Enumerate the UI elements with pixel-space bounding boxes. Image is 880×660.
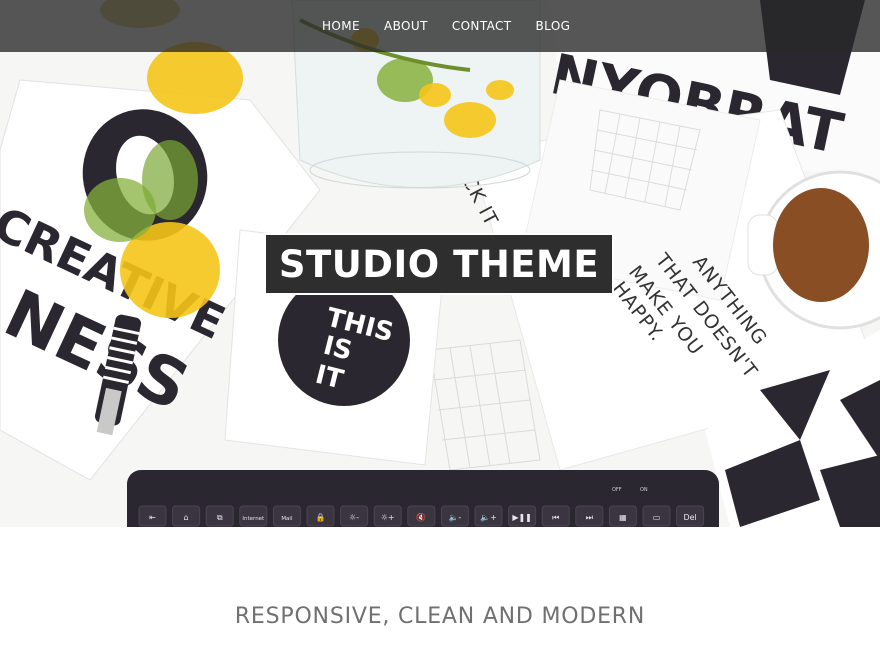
- keyboard-key-label: 🔒: [316, 513, 326, 522]
- keyboard-key: Internet: [239, 505, 268, 527]
- keyboard-key-label: ☼-: [349, 513, 359, 522]
- keyboard-key: Mail: [272, 505, 301, 527]
- nav-link-home[interactable]: HOME: [310, 0, 372, 52]
- keyboard-key: ⏮: [541, 505, 570, 527]
- keyboard: OFF ON ⇤ ⌂ ⧉ Internet Mail 🔒 ☼- ☼+ 🔇 🔈- 🔈+ ▶❚❚ ⏮ ⏭ ▦ ▭ D…: [127, 470, 719, 527]
- keyboard-on-label: ON: [640, 487, 648, 493]
- keyboard-key: 🔒: [306, 505, 335, 527]
- keyboard-key: 🔈-: [440, 505, 469, 527]
- keyboard-key: ☼+: [373, 505, 402, 527]
- site-title-box[interactable]: STUDIO THEME: [264, 233, 614, 295]
- keyboard-key-label: Mail: [281, 516, 293, 522]
- keyboard-key-label: ▦: [619, 513, 627, 522]
- site-title[interactable]: STUDIO THEME: [279, 243, 599, 286]
- keyboard-key: ⇤: [138, 505, 167, 527]
- keyboard-key-label: 🔈-: [448, 513, 461, 522]
- keyboard-key: ⏭: [575, 505, 604, 527]
- keyboard-key-label: 🔈+: [480, 513, 497, 522]
- keyboard-key: ▦: [608, 505, 637, 527]
- keyboard-key: ⧉: [205, 505, 234, 527]
- keyboard-key-label: Del: [683, 513, 696, 522]
- keyboard-off-label: OFF: [612, 487, 622, 493]
- nav-link-blog[interactable]: BLOG: [524, 0, 583, 52]
- hero-banner: NYOBRAT ANYTHING THAT DOESN'T MAKE YOU H…: [0, 0, 880, 527]
- keyboard-key-label: 🔇: [416, 512, 426, 522]
- top-navigation: HOME ABOUT CONTACT BLOG: [0, 0, 880, 52]
- keyboard-key: Del: [676, 505, 705, 527]
- keyboard-key-label: ☼+: [381, 513, 395, 522]
- keyboard-key-label: ▶❚❚: [512, 513, 532, 522]
- keyboard-key-label: ⧉: [217, 513, 223, 522]
- tagline-heading: RESPONSIVE, CLEAN AND MODERN: [234, 604, 646, 630]
- keyboard-key: ▶❚❚: [508, 505, 537, 527]
- keyboard-key-label: ⇤: [149, 513, 156, 522]
- nav-link-contact[interactable]: CONTACT: [440, 0, 524, 52]
- keyboard-key: ▭: [642, 505, 671, 527]
- keyboard-key-label: ⌂: [184, 513, 189, 522]
- keyboard-key-label: ⏮: [552, 513, 559, 522]
- nav-item-contact: CONTACT: [440, 0, 524, 52]
- keyboard-key-label: ▭: [653, 513, 661, 522]
- nav-link-about[interactable]: ABOUT: [372, 0, 440, 52]
- keyboard-key: ⌂: [172, 505, 201, 527]
- keyboard-key-label: ⏭: [586, 513, 593, 522]
- keyboard-key-label: Internet: [242, 516, 265, 522]
- nav-item-blog: BLOG: [524, 0, 583, 52]
- nav-item-about: ABOUT: [372, 0, 440, 52]
- nav-menu: HOME ABOUT CONTACT BLOG: [310, 0, 582, 52]
- keyboard-key: 🔇: [407, 505, 436, 527]
- nav-item-home: HOME: [310, 0, 372, 52]
- keyboard-key: 🔈+: [474, 505, 503, 527]
- keyboard-key: ☼-: [340, 505, 369, 527]
